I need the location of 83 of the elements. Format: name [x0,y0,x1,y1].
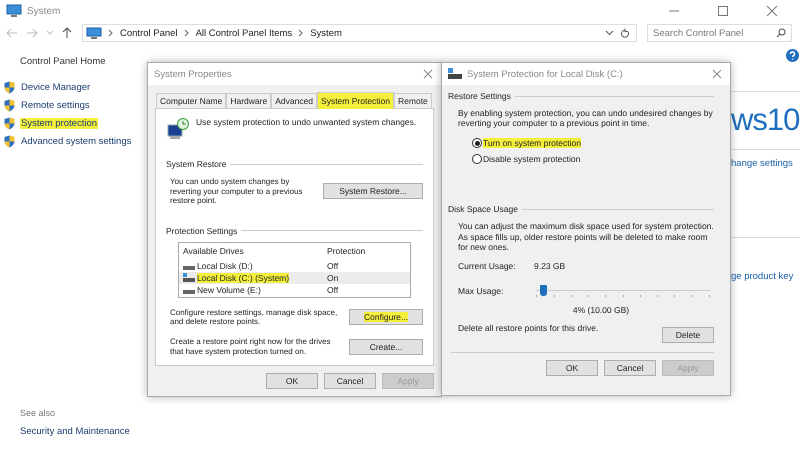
radio-button[interactable] [472,154,482,164]
dialog-button[interactable]: OK [266,373,318,389]
description-text: Delete all restore points for this drive. [458,322,598,333]
drive-name: Local Disk (C:) (System) [197,272,290,283]
maximize-icon[interactable] [717,5,729,17]
tab[interactable]: Remote [394,93,432,108]
up-arrow-icon[interactable] [62,27,72,39]
group-heading: Restore Settings [448,91,511,101]
shield-icon [4,99,15,112]
help-icon[interactable] [786,49,799,62]
protection-status: Off [327,284,338,295]
create-button[interactable]: Create... [349,338,423,355]
description-text: Create a restore point right now for the drives that have system protection turned on. [170,336,332,356]
system-drive-icon [183,272,195,283]
sidebar-link[interactable]: Remote settings [20,100,91,111]
dialog-button[interactable]: Cancel [324,373,376,389]
drive-name: New Volume (E:) [197,284,261,295]
search-icon [776,28,786,38]
drive-row[interactable]: Local Disk (C:) (System) On [179,272,410,284]
product-key-link[interactable]: ge product key [731,271,800,282]
protection-status: Off [327,260,338,271]
configure-button[interactable]: Configure... [349,309,423,326]
column-header: Available Drives [183,246,245,256]
slider-reading: 4% (10.00 GB) [572,304,630,315]
brand-text: ws10 [731,104,800,135]
protection-status: On [327,272,338,283]
breadcrumb-item[interactable]: System [310,28,342,38]
dialog-title: System Protection for Local Disk (C:) [467,68,623,80]
description-text: You can undo system changes by reverting your computer to a previous restore point. [170,177,304,206]
see-also-heading: See also [20,408,56,418]
breadcrumb-item[interactable]: All Control Panel Items [196,28,292,38]
intro-text: Use system protection to undo unwanted system changes. [196,117,416,127]
see-also-link[interactable]: Security and Maintenance [20,426,160,437]
tab[interactable]: Hardware [226,93,272,108]
delete-button[interactable]: Delete [662,326,714,343]
field-value: 9.23 GB [534,260,566,271]
radio-label[interactable]: Turn on system protection [483,138,581,148]
drive-row[interactable]: New Volume (E:) Off [179,284,410,296]
refresh-icon[interactable] [620,28,630,38]
group-heading: System Restore [166,159,226,169]
group-heading: Disk Space Usage [448,204,518,214]
description-text: By enabling system protection, you can undo undesired changes by reverting your computer to a previous point in time. [458,108,714,128]
radio-label[interactable]: Disable system protection [483,154,580,164]
field-label: Max Usage: [458,286,504,296]
close-icon[interactable] [423,69,433,79]
computer-icon [6,4,22,18]
radio-button[interactable] [472,138,482,148]
drive-name: Local Disk (D:) [197,260,253,271]
computer-icon [86,26,102,40]
close-icon[interactable] [712,69,722,79]
sidebar-link[interactable]: Advanced system settings [20,136,132,147]
window-title: System [27,6,60,16]
address-bar[interactable]: Control Panel All Control Panel Items System [82,24,637,42]
tab[interactable]: Advanced [271,93,318,108]
computer-restore-icon [166,117,190,141]
dialog-button[interactable]: OK [546,360,598,376]
chevron-icon [184,29,190,37]
sidebar-link[interactable]: System protection [20,118,98,129]
group-heading: Protection Settings [166,226,238,236]
drive-icon [448,68,462,80]
dialog-button[interactable]: Cancel [604,360,656,376]
shield-icon [4,135,15,148]
system-restore-button[interactable]: System Restore... [323,183,423,200]
sidebar-link[interactable]: Device Manager [20,82,92,93]
breadcrumb-item[interactable]: Control Panel [120,28,178,38]
drive-row[interactable]: Local Disk (D:) Off [179,260,410,272]
tab[interactable]: System Protection [317,92,394,109]
close-icon[interactable] [766,5,778,17]
chevron-icon [108,29,114,37]
change-settings-link[interactable]: hange settings [731,158,800,169]
search-field[interactable]: Search Control Panel [647,24,792,42]
tab[interactable]: Computer Name [156,93,226,108]
dialog-title: System Properties [154,68,232,80]
description-text: You can adjust the maximum disk space used for system protection. As space fills up, older restore points will be deleted to make room for new ones. [458,221,714,252]
field-label: Current Usage: [458,260,517,271]
shield-icon [4,81,15,94]
dropdown-caret-icon[interactable] [605,30,614,36]
sidebar-home-link[interactable]: Control Panel Home [20,56,160,67]
slider-thumb[interactable] [540,284,547,296]
shield-icon [4,117,15,130]
column-header: Protection [327,246,366,256]
chevron-icon [298,29,304,37]
description-text: Configure restore settings, manage disk space, and delete restore points. [170,308,338,327]
